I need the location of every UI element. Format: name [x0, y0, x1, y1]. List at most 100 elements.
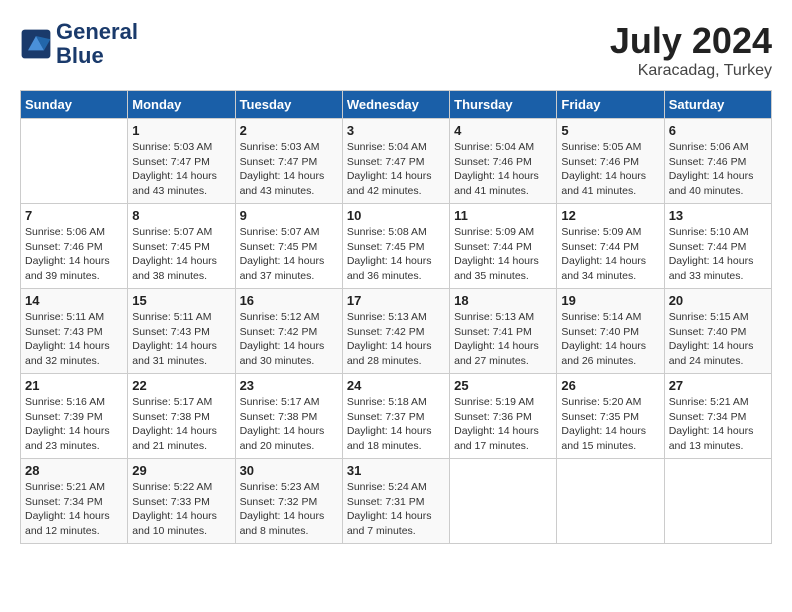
- sunset-text: Sunset: 7:38 PM: [132, 410, 230, 425]
- calendar-cell: 11Sunrise: 5:09 AMSunset: 7:44 PMDayligh…: [450, 204, 557, 289]
- day-info: Sunrise: 5:10 AMSunset: 7:44 PMDaylight:…: [669, 225, 767, 284]
- calendar-week-row: 7 Sunrise: 5:06 AMSunset: 7:46 PMDaylight…: [21, 204, 772, 289]
- daylight-text: Daylight: 14 hours and 38 minutes.: [132, 254, 230, 283]
- daylight-text: Daylight: 14 hours and 18 minutes.: [347, 424, 445, 453]
- day-number: 12: [561, 208, 659, 223]
- sunrise-text: Sunrise: 5:12 AM: [240, 310, 338, 325]
- sunset-text: Sunset: 7:45 PM: [347, 240, 445, 255]
- day-info: Sunrise: 5:18 AMSunset: 7:37 PMDaylight:…: [347, 395, 445, 454]
- daylight-text: Daylight: 14 hours and 24 minutes.: [669, 339, 767, 368]
- daylight-text: Daylight: 14 hours and 21 minutes.: [132, 424, 230, 453]
- sunset-text: Sunset: 7:40 PM: [669, 325, 767, 340]
- day-info: Sunrise: 5:13 AMSunset: 7:41 PMDaylight:…: [454, 310, 552, 369]
- sunset-text: Sunset: 7:45 PM: [132, 240, 230, 255]
- day-number: 17: [347, 293, 445, 308]
- day-number: 24: [347, 378, 445, 393]
- title-block: July 2024 Karacadag, Turkey: [610, 20, 772, 80]
- day-number: 26: [561, 378, 659, 393]
- day-info: Sunrise: 5:21 AMSunset: 7:34 PMDaylight:…: [669, 395, 767, 454]
- day-number: 9: [240, 208, 338, 223]
- sunset-text: Sunset: 7:42 PM: [347, 325, 445, 340]
- daylight-text: Daylight: 14 hours and 35 minutes.: [454, 254, 552, 283]
- sunset-text: Sunset: 7:46 PM: [25, 240, 123, 255]
- daylight-text: Daylight: 14 hours and 8 minutes.: [240, 509, 338, 538]
- sunrise-text: Sunrise: 5:08 AM: [347, 225, 445, 240]
- daylight-text: Daylight: 14 hours and 12 minutes.: [25, 509, 123, 538]
- daylight-text: Daylight: 14 hours and 27 minutes.: [454, 339, 552, 368]
- day-number: 7: [25, 208, 123, 223]
- calendar-cell: 22Sunrise: 5:17 AMSunset: 7:38 PMDayligh…: [128, 374, 235, 459]
- daylight-text: Daylight: 14 hours and 30 minutes.: [240, 339, 338, 368]
- sunrise-text: Sunrise: 5:10 AM: [669, 225, 767, 240]
- daylight-text: Daylight: 14 hours and 43 minutes.: [132, 169, 230, 198]
- sunrise-text: Sunrise: 5:17 AM: [240, 395, 338, 410]
- sunrise-text: Sunrise: 5:13 AM: [347, 310, 445, 325]
- calendar-cell: 13Sunrise: 5:10 AMSunset: 7:44 PMDayligh…: [664, 204, 771, 289]
- day-number: 6: [669, 123, 767, 138]
- day-number: 29: [132, 463, 230, 478]
- daylight-text: Daylight: 14 hours and 17 minutes.: [454, 424, 552, 453]
- sunrise-text: Sunrise: 5:11 AM: [25, 310, 123, 325]
- calendar-cell: 16 Sunrise: 5:12 AMSunset: 7:42 PMDayligh…: [235, 289, 342, 374]
- sunrise-text: Sunrise: 5:21 AM: [669, 395, 767, 410]
- calendar-week-row: 21Sunrise: 5:16 AMSunset: 7:39 PMDayligh…: [21, 374, 772, 459]
- sunset-text: Sunset: 7:44 PM: [669, 240, 767, 255]
- calendar-cell: 17 Sunrise: 5:13 AMSunset: 7:42 PMDayligh…: [342, 289, 449, 374]
- sunset-text: Sunset: 7:34 PM: [25, 495, 123, 510]
- sunrise-text: Sunrise: 5:18 AM: [347, 395, 445, 410]
- sunrise-text: Sunrise: 5:23 AM: [240, 480, 338, 495]
- calendar-table: SundayMondayTuesdayWednesdayThursdayFrid…: [20, 90, 772, 544]
- sunset-text: Sunset: 7:31 PM: [347, 495, 445, 510]
- sunrise-text: Sunrise: 5:03 AM: [132, 140, 230, 155]
- sunrise-text: Sunrise: 5:04 AM: [454, 140, 552, 155]
- daylight-text: Daylight: 14 hours and 28 minutes.: [347, 339, 445, 368]
- sunrise-text: Sunrise: 5:14 AM: [561, 310, 659, 325]
- day-info: Sunrise: 5:12 AMSunset: 7:42 PMDaylight:…: [240, 310, 338, 369]
- calendar-cell: 20Sunrise: 5:15 AMSunset: 7:40 PMDayligh…: [664, 289, 771, 374]
- column-header-thursday: Thursday: [450, 91, 557, 119]
- day-info: Sunrise: 5:22 AMSunset: 7:33 PMDaylight:…: [132, 480, 230, 539]
- calendar-cell: 14 Sunrise: 5:11 AMSunset: 7:43 PMDayligh…: [21, 289, 128, 374]
- sunset-text: Sunset: 7:45 PM: [240, 240, 338, 255]
- day-info: Sunrise: 5:06 AMSunset: 7:46 PMDaylight:…: [25, 225, 123, 284]
- sunrise-text: Sunrise: 5:15 AM: [669, 310, 767, 325]
- day-number: 14: [25, 293, 123, 308]
- day-info: Sunrise: 5:03 AMSunset: 7:47 PMDaylight:…: [132, 140, 230, 199]
- day-number: 16: [240, 293, 338, 308]
- sunrise-text: Sunrise: 5:11 AM: [132, 310, 230, 325]
- calendar-cell: 25Sunrise: 5:19 AMSunset: 7:36 PMDayligh…: [450, 374, 557, 459]
- day-info: Sunrise: 5:14 AMSunset: 7:40 PMDaylight:…: [561, 310, 659, 369]
- day-info: Sunrise: 5:21 AMSunset: 7:34 PMDaylight:…: [25, 480, 123, 539]
- calendar-week-row: 28 Sunrise: 5:21 AMSunset: 7:34 PMDayligh…: [21, 459, 772, 544]
- sunset-text: Sunset: 7:46 PM: [561, 155, 659, 170]
- daylight-text: Daylight: 14 hours and 34 minutes.: [561, 254, 659, 283]
- calendar-cell: [664, 459, 771, 544]
- day-number: 5: [561, 123, 659, 138]
- calendar-cell: 8Sunrise: 5:07 AMSunset: 7:45 PMDaylight…: [128, 204, 235, 289]
- daylight-text: Daylight: 14 hours and 15 minutes.: [561, 424, 659, 453]
- calendar-cell: [21, 119, 128, 204]
- day-number: 15: [132, 293, 230, 308]
- day-number: 28: [25, 463, 123, 478]
- sunrise-text: Sunrise: 5:19 AM: [454, 395, 552, 410]
- day-info: Sunrise: 5:07 AMSunset: 7:45 PMDaylight:…: [240, 225, 338, 284]
- day-info: Sunrise: 5:04 AMSunset: 7:47 PMDaylight:…: [347, 140, 445, 199]
- day-info: Sunrise: 5:07 AMSunset: 7:45 PMDaylight:…: [132, 225, 230, 284]
- sunrise-text: Sunrise: 5:16 AM: [25, 395, 123, 410]
- day-number: 1: [132, 123, 230, 138]
- sunset-text: Sunset: 7:34 PM: [669, 410, 767, 425]
- day-number: 10: [347, 208, 445, 223]
- daylight-text: Daylight: 14 hours and 41 minutes.: [454, 169, 552, 198]
- logo: General Blue: [20, 20, 138, 68]
- daylight-text: Daylight: 14 hours and 33 minutes.: [669, 254, 767, 283]
- calendar-cell: 2Sunrise: 5:03 AMSunset: 7:47 PMDaylight…: [235, 119, 342, 204]
- day-info: Sunrise: 5:11 AMSunset: 7:43 PMDaylight:…: [25, 310, 123, 369]
- calendar-cell: 21Sunrise: 5:16 AMSunset: 7:39 PMDayligh…: [21, 374, 128, 459]
- daylight-text: Daylight: 14 hours and 32 minutes.: [25, 339, 123, 368]
- day-number: 25: [454, 378, 552, 393]
- calendar-cell: [450, 459, 557, 544]
- calendar-week-row: 1 Sunrise: 5:03 AMSunset: 7:47 PMDaylight…: [21, 119, 772, 204]
- sunrise-text: Sunrise: 5:04 AM: [347, 140, 445, 155]
- column-header-tuesday: Tuesday: [235, 91, 342, 119]
- day-info: Sunrise: 5:06 AMSunset: 7:46 PMDaylight:…: [669, 140, 767, 199]
